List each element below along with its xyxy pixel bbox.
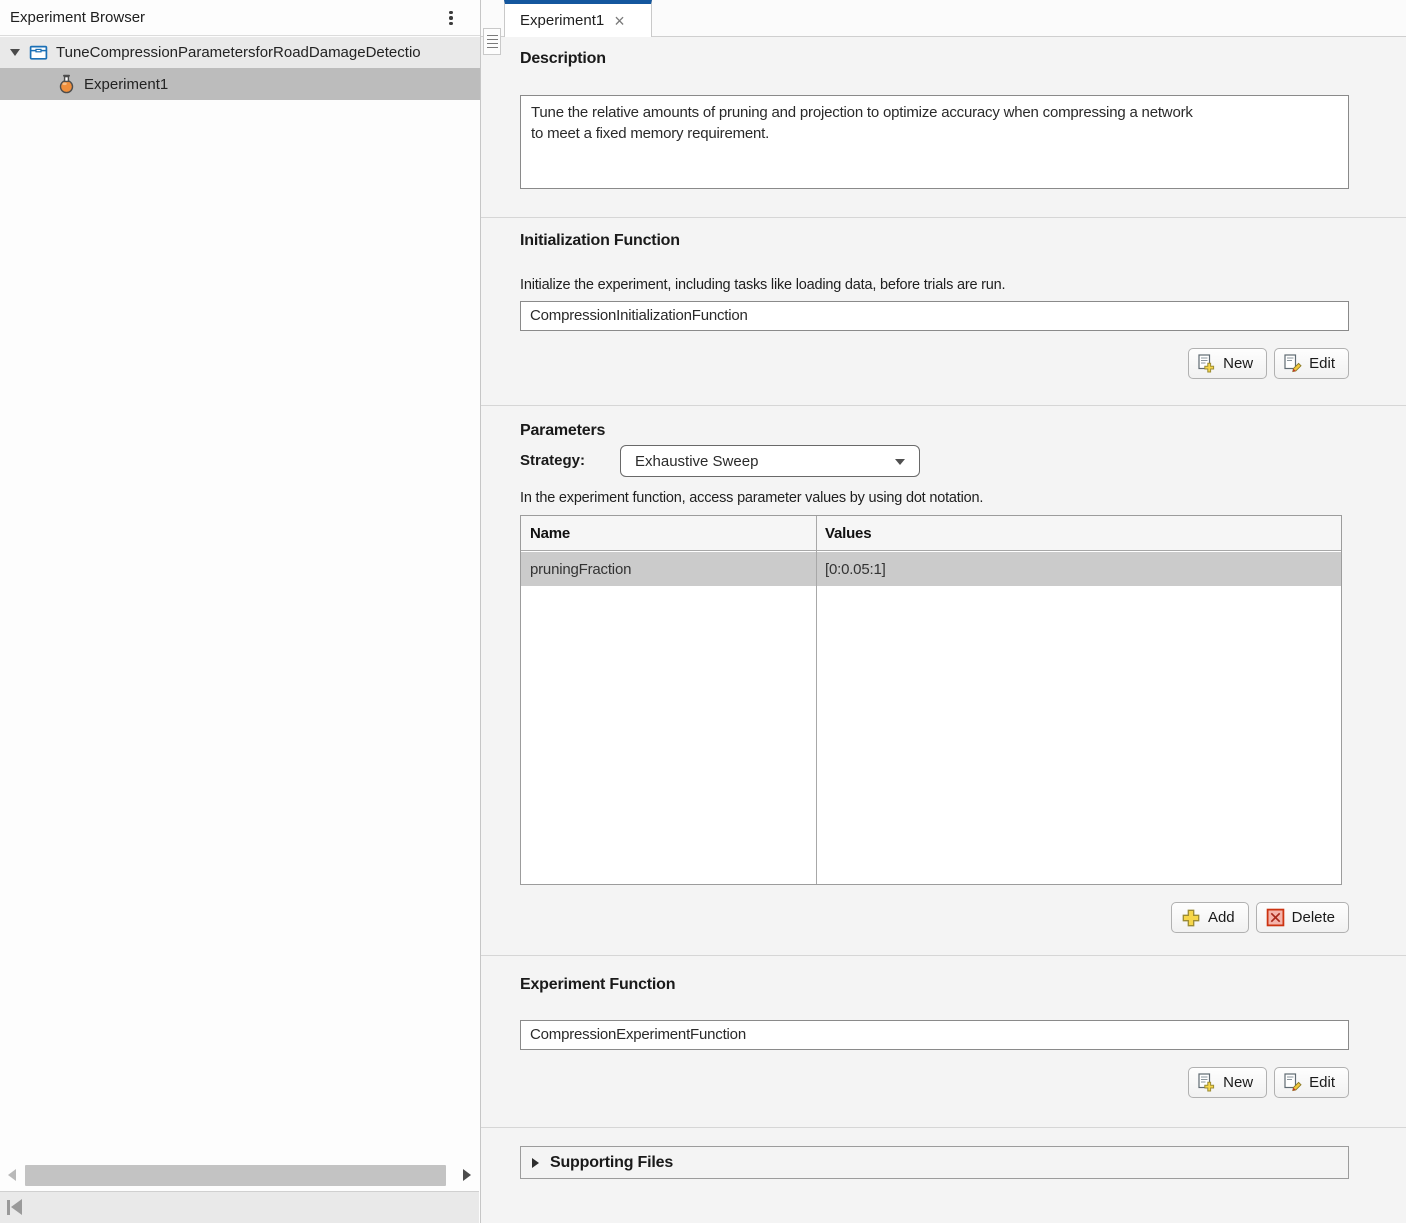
init-new-button[interactable]: New <box>1188 348 1267 379</box>
tree-item-project[interactable]: TuneCompressionParametersforRoadDamageDe… <box>0 37 480 68</box>
tree-item-project-label: TuneCompressionParametersforRoadDamageDe… <box>56 44 421 61</box>
experiment-edit-button[interactable]: Edit <box>1274 1067 1349 1098</box>
edit-script-icon <box>1284 1073 1302 1092</box>
cell-parameter-values[interactable]: [0:0.05:1] <box>816 552 1341 586</box>
browser-title: Experiment Browser <box>0 9 145 26</box>
document-area: Experiment1 × Description Tune the relat… <box>481 0 1406 1223</box>
experiment-browser-panel: Experiment Browser TuneCompressionParame… <box>0 0 481 1223</box>
experiment-function-heading: Experiment Function <box>520 976 675 994</box>
init-new-label: New <box>1223 355 1253 372</box>
parameters-table[interactable]: Name Values pruningFraction [0:0.05:1] <box>520 515 1342 885</box>
browser-horizontal-scrollbar[interactable] <box>0 1161 479 1190</box>
tab-grip-icon[interactable] <box>483 28 501 55</box>
experiment-edit-label: Edit <box>1309 1074 1335 1091</box>
supporting-files-heading: Supporting Files <box>550 1154 673 1172</box>
column-header-name[interactable]: Name <box>521 516 816 550</box>
strategy-dropdown[interactable]: Exhaustive Sweep <box>620 445 920 477</box>
experiment-button-row: New Edit <box>1188 1067 1349 1098</box>
section-divider <box>481 955 1406 956</box>
delete-parameter-button[interactable]: Delete <box>1256 902 1349 933</box>
chevron-right-icon[interactable] <box>532 1158 539 1168</box>
supporting-files-section[interactable]: Supporting Files <box>520 1146 1349 1179</box>
add-plus-icon <box>1181 908 1201 928</box>
tab-experiment1[interactable]: Experiment1 × <box>504 0 652 37</box>
project-box-icon <box>29 43 48 62</box>
chevron-down-icon <box>895 459 905 465</box>
initialization-function-field[interactable]: CompressionInitializationFunction <box>520 301 1349 331</box>
parameters-button-row: Add Delete <box>1171 902 1349 933</box>
column-divider <box>816 516 817 884</box>
close-icon[interactable]: × <box>614 12 625 30</box>
scroll-left-icon[interactable] <box>8 1169 16 1181</box>
strategy-label: Strategy: <box>520 452 585 469</box>
kebab-menu-icon[interactable] <box>444 8 458 28</box>
scrollbar-thumb[interactable] <box>25 1165 446 1186</box>
new-script-icon <box>1198 354 1216 373</box>
initialization-hint: Initialize the experiment, including tas… <box>520 277 1005 293</box>
table-row[interactable]: pruningFraction [0:0.05:1] <box>521 552 1341 586</box>
experiment-function-field[interactable]: CompressionExperimentFunction <box>520 1020 1349 1050</box>
strategy-value: Exhaustive Sweep <box>635 453 758 470</box>
edit-script-icon <box>1284 354 1302 373</box>
parameters-hint: In the experiment function, access param… <box>520 490 983 506</box>
tree-item-experiment1-label: Experiment1 <box>84 76 168 93</box>
browser-header: Experiment Browser <box>0 0 480 36</box>
tree-item-experiment1[interactable]: Experiment1 <box>0 68 480 100</box>
initialization-heading: Initialization Function <box>520 232 680 250</box>
experiment-new-button[interactable]: New <box>1188 1067 1267 1098</box>
column-header-values[interactable]: Values <box>816 516 1341 550</box>
parameters-heading: Parameters <box>520 422 605 440</box>
add-parameter-button[interactable]: Add <box>1171 902 1249 933</box>
new-script-icon <box>1198 1073 1216 1092</box>
init-edit-button[interactable]: Edit <box>1274 348 1349 379</box>
collapse-panel-icon[interactable] <box>7 1199 23 1216</box>
experiment-flask-icon <box>57 74 76 94</box>
delete-x-icon <box>1266 908 1285 927</box>
delete-label: Delete <box>1292 909 1335 926</box>
chevron-down-icon[interactable] <box>10 49 20 56</box>
tab-label: Experiment1 <box>520 12 604 29</box>
initialization-button-row: New Edit <box>1188 348 1349 379</box>
description-heading: Description <box>520 50 606 68</box>
section-divider <box>481 405 1406 406</box>
section-divider <box>481 217 1406 218</box>
init-edit-label: Edit <box>1309 355 1335 372</box>
scroll-right-icon[interactable] <box>463 1169 471 1181</box>
section-divider <box>481 1127 1406 1128</box>
cell-parameter-name[interactable]: pruningFraction <box>521 552 816 586</box>
description-textarea[interactable]: Tune the relative amounts of pruning and… <box>520 95 1349 189</box>
browser-footer-bar <box>0 1191 479 1223</box>
add-label: Add <box>1208 909 1235 926</box>
experiment-new-label: New <box>1223 1074 1253 1091</box>
table-header-row: Name Values <box>521 516 1341 551</box>
